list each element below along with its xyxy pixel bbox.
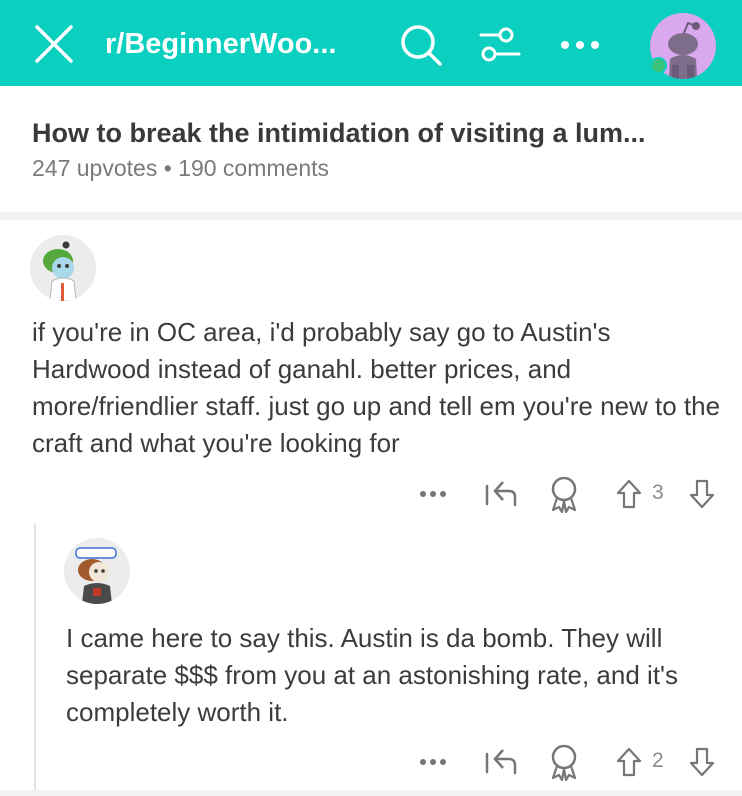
downvote-button[interactable] — [686, 476, 718, 512]
award-icon — [551, 744, 577, 781]
upvote-count: 247 upvotes — [32, 155, 158, 181]
comment-count: 190 comments — [178, 155, 330, 181]
reply-icon — [485, 481, 517, 507]
meta-separator: • — [163, 155, 172, 181]
comment-more-button[interactable] — [416, 480, 450, 508]
comment-text: I came here to say this. Austin is da bo… — [66, 623, 679, 727]
reply-button[interactable] — [481, 475, 521, 513]
close-button[interactable] — [30, 20, 78, 68]
downvote-button[interactable] — [686, 744, 718, 780]
post-title[interactable]: How to break the intimidation of visitin… — [32, 118, 722, 149]
upvote-arrow-icon — [616, 479, 642, 509]
filter-button[interactable] — [473, 20, 527, 70]
more-icon — [420, 491, 446, 497]
upvote-button[interactable] — [613, 476, 645, 512]
reply-button[interactable] — [481, 743, 521, 781]
section-divider — [0, 212, 742, 220]
commenter-avatar[interactable] — [64, 538, 130, 604]
bottom-divider — [0, 790, 742, 796]
avatar-icon — [30, 235, 96, 301]
downvote-arrow-icon — [689, 747, 715, 777]
commenter-avatar[interactable] — [30, 235, 96, 301]
upvote-button[interactable] — [613, 744, 645, 780]
comment-text: if you're in OC area, i'd probably say g… — [32, 317, 721, 458]
comment-more-button[interactable] — [416, 748, 450, 776]
avatar-icon — [64, 538, 130, 604]
filter-icon — [479, 27, 521, 62]
award-button[interactable] — [545, 741, 583, 783]
more-icon — [420, 759, 446, 765]
more-icon — [561, 41, 599, 49]
award-icon — [551, 476, 577, 513]
more-options-button[interactable] — [555, 20, 605, 70]
vote-score: 2 — [652, 749, 664, 772]
search-button[interactable] — [396, 20, 446, 70]
reply-icon — [485, 749, 517, 775]
post-meta: 247 upvotes • 190 comments — [32, 155, 329, 182]
subreddit-title[interactable]: r/BeginnerWoo... — [105, 22, 390, 66]
vote-score: 3 — [652, 481, 664, 504]
thread-line[interactable] — [34, 524, 36, 792]
downvote-arrow-icon — [689, 479, 715, 509]
upvote-arrow-icon — [616, 747, 642, 777]
search-icon — [401, 25, 442, 66]
online-status-indicator — [650, 57, 667, 74]
award-button[interactable] — [545, 473, 583, 515]
close-icon — [35, 25, 73, 63]
